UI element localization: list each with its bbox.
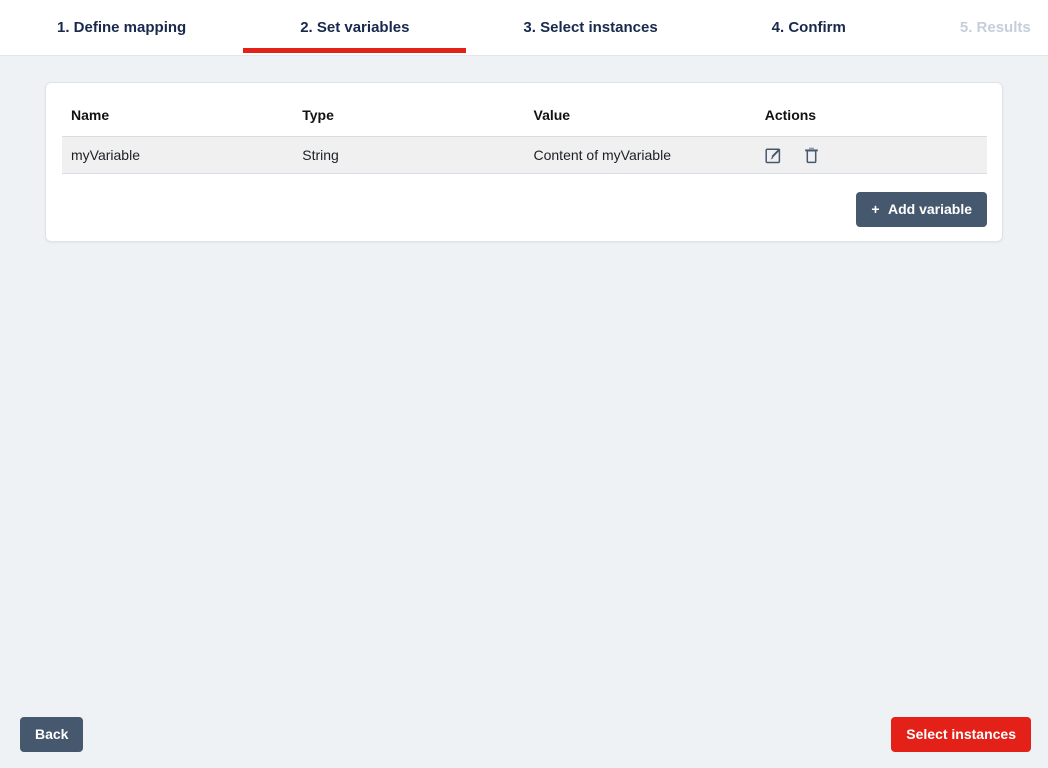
table-header-row: Name Type Value Actions: [62, 99, 987, 137]
tab-label: 4. Confirm: [772, 19, 846, 36]
add-variable-button[interactable]: + Add variable: [856, 192, 987, 227]
select-instances-button[interactable]: Select instances: [891, 717, 1031, 752]
variable-name-cell: myVariable: [62, 137, 293, 174]
main-content: Name Type Value Actions myVariable Strin…: [0, 82, 1048, 242]
tab-select-instances[interactable]: 3. Select instances: [466, 0, 714, 55]
wizard-step-bar: 1. Define mapping 2. Set variables 3. Se…: [0, 0, 1048, 56]
delete-variable-button[interactable]: [804, 147, 819, 164]
variable-actions-cell: [756, 137, 987, 174]
variable-type-cell: String: [293, 137, 524, 174]
edit-variable-button[interactable]: [765, 147, 782, 164]
tab-label: 3. Select instances: [523, 19, 657, 36]
tab-results: 5. Results: [903, 0, 1048, 55]
plus-icon: +: [871, 201, 879, 217]
back-button[interactable]: Back: [20, 717, 83, 752]
table-row: myVariable String Content of myVariable: [62, 137, 987, 174]
trash-icon: [804, 152, 819, 167]
variables-card: Name Type Value Actions myVariable Strin…: [45, 82, 1003, 242]
variable-value-cell: Content of myVariable: [525, 137, 756, 174]
column-header-actions: Actions: [756, 99, 987, 137]
column-header-type: Type: [293, 99, 524, 137]
tab-label: 1. Define mapping: [57, 19, 186, 36]
tab-label: 2. Set variables: [300, 19, 409, 36]
variables-table: Name Type Value Actions myVariable Strin…: [62, 99, 987, 174]
column-header-value: Value: [525, 99, 756, 137]
add-variable-label: Add variable: [888, 201, 972, 217]
tab-set-variables[interactable]: 2. Set variables: [243, 0, 466, 55]
tab-label: 5. Results: [960, 19, 1031, 36]
active-tab-underline: [243, 48, 466, 53]
card-actions-row: + Add variable: [62, 192, 987, 227]
pencil-square-icon: [765, 152, 782, 167]
column-header-name: Name: [62, 99, 293, 137]
tab-define-mapping[interactable]: 1. Define mapping: [0, 0, 243, 55]
tab-confirm[interactable]: 4. Confirm: [715, 0, 903, 55]
